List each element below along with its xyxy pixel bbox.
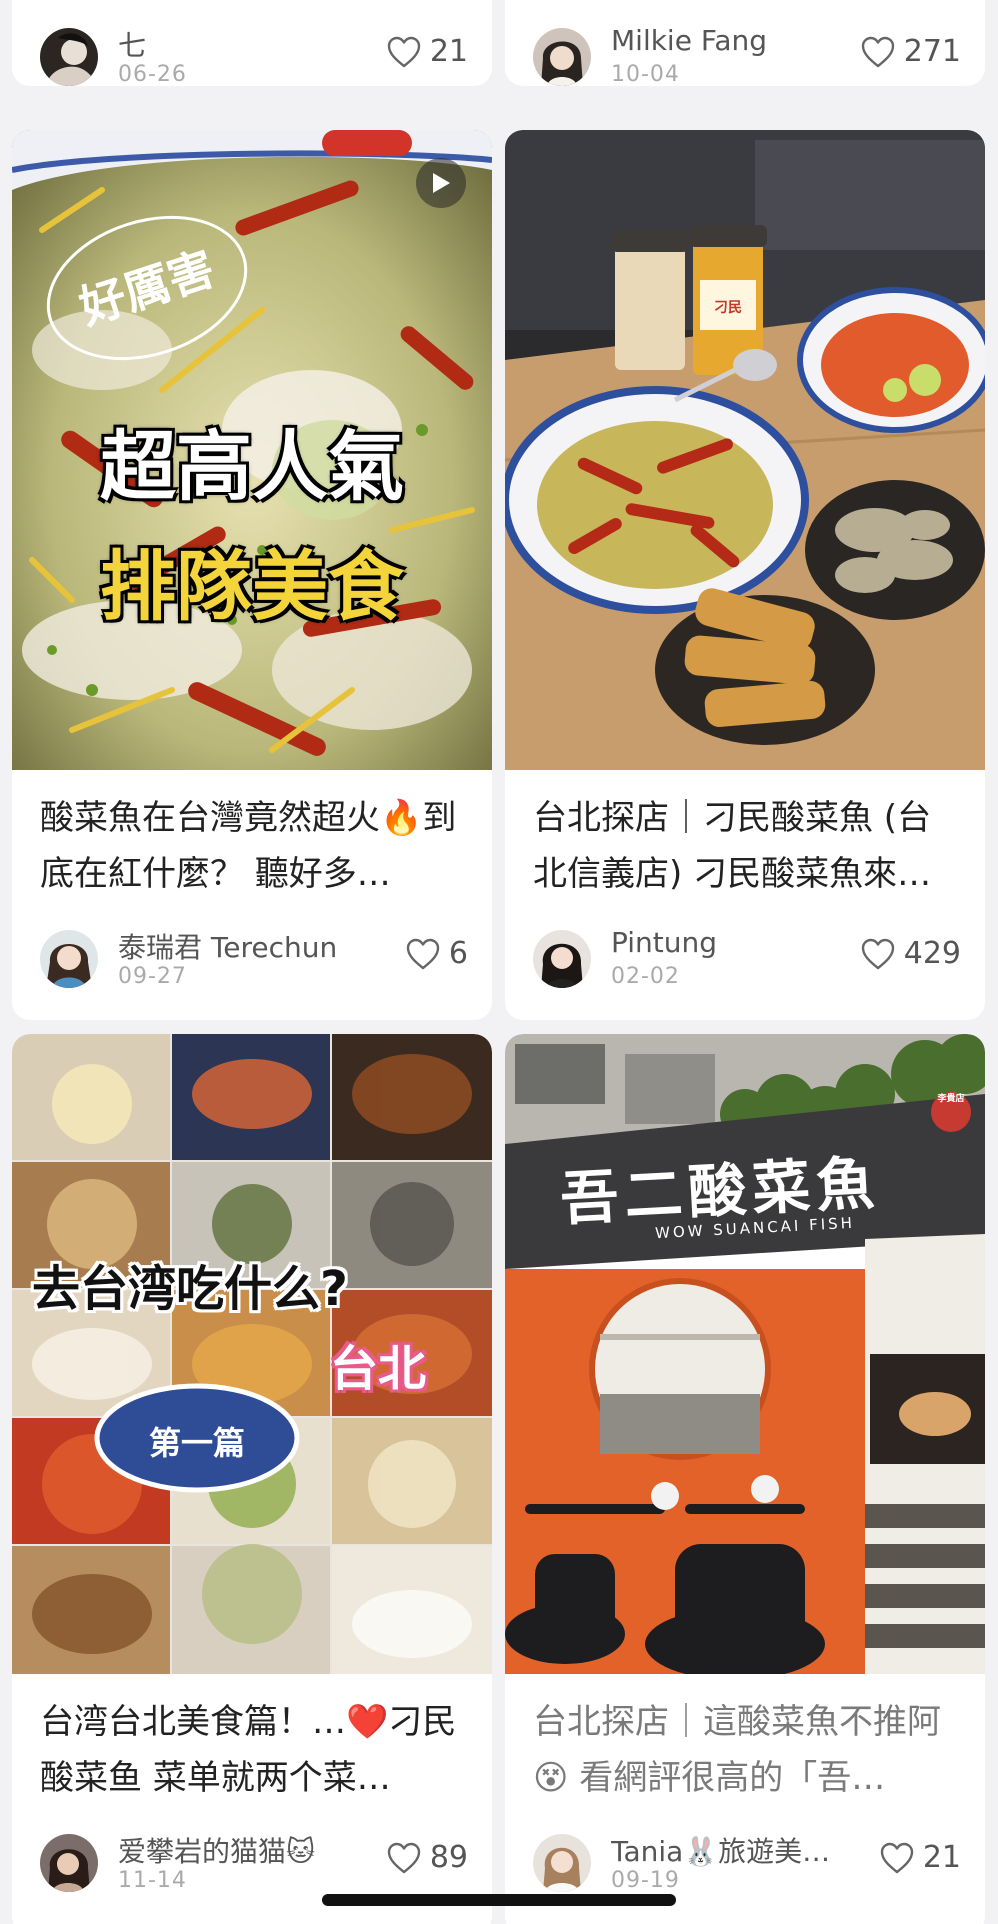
post-date: 11-14 [118,1868,187,1893]
heart-outline-icon [387,1842,421,1873]
note-title[interactable]: 台北探店｜刁民酸菜魚 (台北信義店) 刁民酸菜魚來… [533,790,961,902]
like-count: 21 [429,34,468,69]
like-count: 21 [922,1840,961,1875]
note-card[interactable]: Milkie Fang 10-04 271 [505,0,985,86]
note-card[interactable]: 七 06-26 21 [12,0,492,86]
note-meta: Pintung 02-02 429 [533,926,961,992]
author-name[interactable]: 泰瑞君 Terechun [118,926,337,966]
play-icon [433,173,450,193]
svg-text:刁民: 刁民 [714,300,742,316]
note-meta: 七 06-26 21 [40,24,468,86]
cover-oval-label: 第一篇 [148,1424,245,1462]
note-card[interactable]: 吾二酸菜魚 WOW SUANCAI FISH 李貴店 台北探店｜這酸菜魚不推阿😵… [505,1034,985,1924]
note-meta: Tania🐰旅遊美… 09-19 21 [533,1830,961,1896]
cover-subheadline: 排隊美食 [100,542,404,631]
play-button[interactable] [416,158,466,208]
author-name[interactable]: Milkie Fang [611,24,767,57]
note-title[interactable]: 台北探店｜這酸菜魚不推阿😵 看網評很高的「吾… [533,1694,961,1806]
author-name[interactable]: Pintung [611,926,717,959]
notes-feed: 七 06-26 21 Milkie Fang 10-04 271 好厲害 超高人… [0,0,998,1924]
avatar[interactable] [533,1834,591,1892]
home-indicator[interactable] [322,1894,676,1906]
store-stamp: 李貴店 [937,1094,965,1104]
cover-image[interactable]: 去台湾吃什么? 台北 第一篇 [12,1034,492,1674]
heart-outline-icon [861,36,894,67]
note-meta: 爱攀岩的猫猫🐱 11-14 89 [40,1830,468,1896]
author-name[interactable]: 爱攀岩的猫猫🐱 [118,1830,315,1870]
note-card[interactable]: 好厲害 超高人氣 排隊美食 酸菜魚在台灣竟然超火🔥到底在紅什麼？ 聽好多… 泰瑞… [12,130,492,1020]
author-name[interactable]: 七 [118,24,146,64]
note-title[interactable]: 台湾台北美食篇！…❤️刁民酸菜鱼 菜单就两个菜… [40,1694,468,1806]
cover-image[interactable]: 刁民 [505,130,985,770]
like-button[interactable]: 429 [860,936,961,971]
note-title[interactable]: 酸菜魚在台灣竟然超火🔥到底在紅什麼？ 聽好多… [40,790,468,902]
like-count: 429 [903,936,961,971]
like-button[interactable]: 6 [405,936,468,971]
heart-outline-icon [387,36,421,67]
post-date: 06-26 [118,62,187,86]
note-card[interactable]: 去台湾吃什么? 台北 第一篇 台湾台北美食篇！…❤️刁民酸菜鱼 菜单就两个菜… … [12,1034,492,1924]
like-count: 6 [448,936,468,971]
heart-outline-icon [861,938,894,969]
note-meta: 泰瑞君 Terechun 09-27 6 [40,926,468,992]
cover-headline: 超高人氣 [100,422,404,511]
like-count: 89 [429,1840,468,1875]
note-card[interactable]: 刁民 台北探店｜刁民酸菜魚 (台北信義店) 刁民酸菜魚來… Pintung 02… [505,130,985,1020]
post-date: 09-19 [611,1868,680,1893]
like-button[interactable]: 21 [879,1840,961,1875]
cover-headline: 去台湾吃什么? [32,1261,348,1317]
heart-outline-icon [880,1842,914,1873]
avatar[interactable] [533,28,591,86]
avatar[interactable] [40,28,98,86]
like-button[interactable]: 89 [386,1840,468,1875]
cover-city: 台北 [330,1341,427,1397]
avatar[interactable] [533,930,591,988]
heart-outline-icon [406,938,440,969]
author-name[interactable]: Tania🐰旅遊美… [611,1830,830,1870]
post-date: 10-04 [611,62,680,86]
cover-image[interactable]: 吾二酸菜魚 WOW SUANCAI FISH 李貴店 [505,1034,985,1674]
post-date: 09-27 [118,964,187,989]
note-meta: Milkie Fang 10-04 271 [533,24,961,86]
like-button[interactable]: 21 [386,34,468,69]
post-date: 02-02 [611,964,680,989]
cover-image[interactable]: 好厲害 超高人氣 排隊美食 [12,130,492,770]
avatar[interactable] [40,930,98,988]
like-button[interactable]: 271 [860,34,961,69]
like-count: 271 [903,34,961,69]
avatar[interactable] [40,1834,98,1892]
